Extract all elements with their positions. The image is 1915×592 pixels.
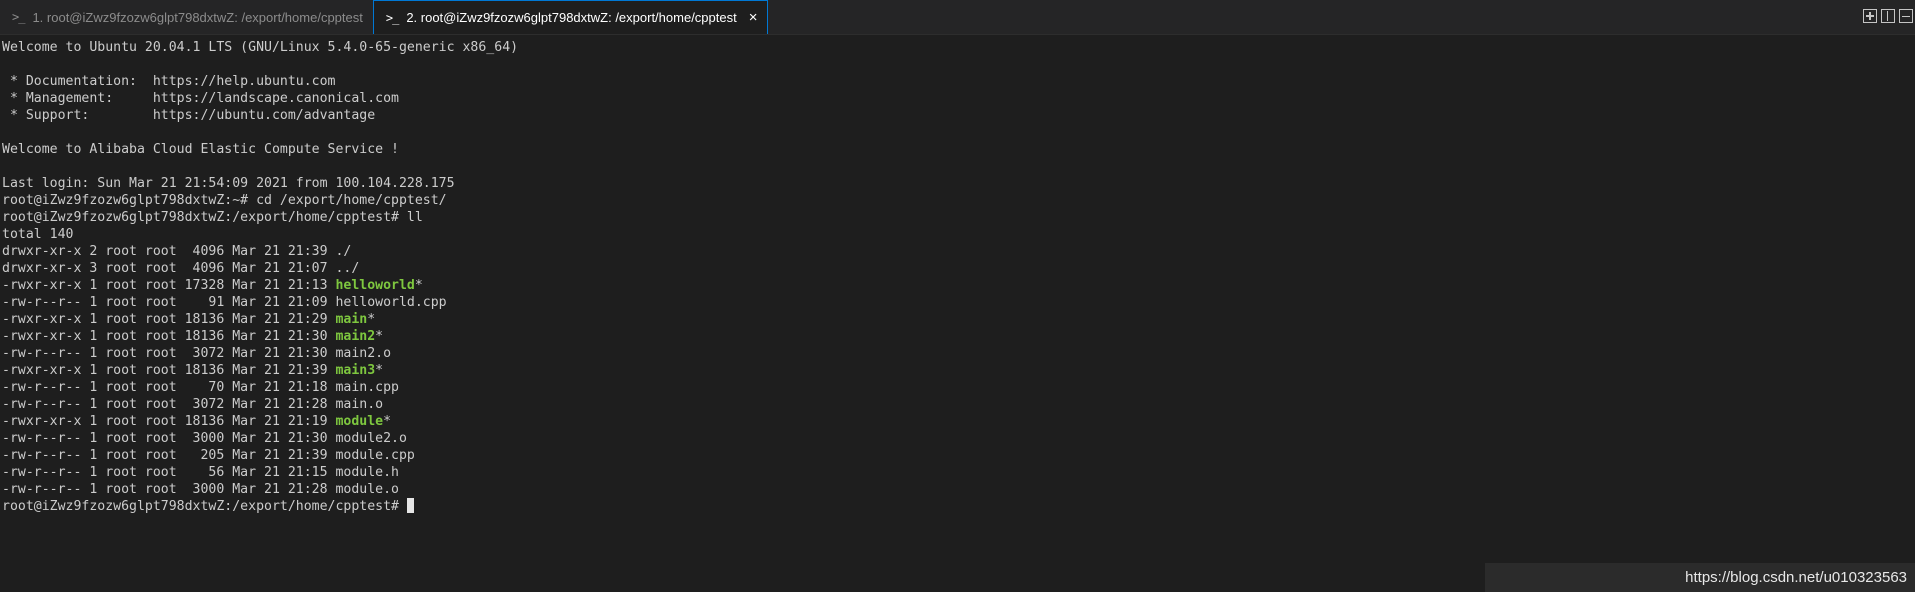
file-meta: -rwxr-xr-x 1 root root 17328 Mar 21 21:1… xyxy=(2,278,336,293)
listing-row: -rw-r--r-- 1 root root 3072 Mar 21 21:28… xyxy=(2,396,1915,413)
file-name: main2.o xyxy=(335,346,392,361)
file-name: module.cpp xyxy=(335,448,415,463)
file-name: module2.o xyxy=(335,431,407,446)
file-meta: -rw-r--r-- 1 root root 205 Mar 21 21:39 xyxy=(2,448,336,463)
file-meta: -rwxr-xr-x 1 root root 18136 Mar 21 21:2… xyxy=(2,312,336,327)
file-suffix: * xyxy=(375,363,384,378)
watermark: https://blog.csdn.net/u010323563 xyxy=(1485,563,1915,592)
file-meta: -rw-r--r-- 1 root root 3000 Mar 21 21:30 xyxy=(2,431,336,446)
file-name: ./ xyxy=(335,244,352,259)
file-meta: -rw-r--r-- 1 root root 3000 Mar 21 21:28 xyxy=(2,482,336,497)
file-name: main3 xyxy=(335,363,376,378)
file-name: helloworld xyxy=(335,278,415,293)
terminal-cursor xyxy=(406,498,414,513)
listing-row: -rw-r--r-- 1 root root 56 Mar 21 21:15 m… xyxy=(2,464,1915,481)
terminal-line: total 140 xyxy=(2,227,74,242)
tab-terminal-1[interactable]: >_ 1. root@iZwz9fzozw6glpt798dxtwZ: /exp… xyxy=(0,0,373,34)
tab-label: 1. root@iZwz9fzozw6glpt798dxtwZ: /export… xyxy=(32,9,363,25)
file-name: main.o xyxy=(335,397,384,412)
listing-row: -rw-r--r-- 1 root root 70 Mar 21 21:18 m… xyxy=(2,379,1915,396)
listing-row: -rw-r--r-- 1 root root 3000 Mar 21 21:28… xyxy=(2,481,1915,498)
terminal-line: * Support: https://ubuntu.com/advantage xyxy=(2,108,376,123)
file-name: module.h xyxy=(335,465,399,480)
new-terminal-icon[interactable] xyxy=(1863,9,1877,23)
file-suffix: * xyxy=(375,329,384,344)
file-meta: drwxr-xr-x 2 root root 4096 Mar 21 21:39 xyxy=(2,244,336,259)
file-name: module xyxy=(335,414,384,429)
terminal-tab-bar: >_ 1. root@iZwz9fzozw6glpt798dxtwZ: /exp… xyxy=(0,0,1915,35)
file-meta: -rw-r--r-- 1 root root 70 Mar 21 21:18 xyxy=(2,380,336,395)
listing-row: -rwxr-xr-x 1 root root 18136 Mar 21 21:3… xyxy=(2,362,1915,379)
tab-label: 2. root@iZwz9fzozw6glpt798dxtwZ: /export… xyxy=(406,10,737,25)
terminal-line: * Documentation: https://help.ubuntu.com xyxy=(2,74,336,89)
file-name: helloworld.cpp xyxy=(335,295,447,310)
file-name: ../ xyxy=(335,261,360,276)
file-name: main.cpp xyxy=(335,380,399,395)
file-meta: -rwxr-xr-x 1 root root 18136 Mar 21 21:1… xyxy=(2,414,336,429)
file-meta: -rwxr-xr-x 1 root root 18136 Mar 21 21:3… xyxy=(2,329,336,344)
tab-actions xyxy=(1863,9,1913,23)
terminal-line: root@iZwz9fzozw6glpt798dxtwZ:/export/hom… xyxy=(2,210,423,225)
listing-row: -rw-r--r-- 1 root root 205 Mar 21 21:39 … xyxy=(2,447,1915,464)
watermark-text: https://blog.csdn.net/u010323563 xyxy=(1685,569,1907,586)
terminal-line: root@iZwz9fzozw6glpt798dxtwZ:~# cd /expo… xyxy=(2,193,447,208)
terminal-line: Last login: Sun Mar 21 21:54:09 2021 fro… xyxy=(2,176,455,191)
file-suffix: * xyxy=(414,278,423,293)
listing-row: -rw-r--r-- 1 root root 91 Mar 21 21:09 h… xyxy=(2,294,1915,311)
terminal-output[interactable]: Welcome to Ubuntu 20.04.1 LTS (GNU/Linux… xyxy=(0,35,1915,515)
file-meta: -rw-r--r-- 1 root root 91 Mar 21 21:09 xyxy=(2,295,336,310)
terminal-icon: >_ xyxy=(385,10,399,25)
tab-terminal-2[interactable]: >_ 2. root@iZwz9fzozw6glpt798dxtwZ: /exp… xyxy=(372,0,769,34)
listing-row: -rw-r--r-- 1 root root 3072 Mar 21 21:30… xyxy=(2,345,1915,362)
close-icon[interactable]: × xyxy=(749,9,758,26)
listing-row: drwxr-xr-x 3 root root 4096 Mar 21 21:07… xyxy=(2,260,1915,277)
listing-row: -rwxr-xr-x 1 root root 17328 Mar 21 21:1… xyxy=(2,277,1915,294)
file-meta: -rwxr-xr-x 1 root root 18136 Mar 21 21:3… xyxy=(2,363,336,378)
file-meta: drwxr-xr-x 3 root root 4096 Mar 21 21:07 xyxy=(2,261,336,276)
file-suffix: * xyxy=(367,312,376,327)
shell-prompt: root@iZwz9fzozw6glpt798dxtwZ:/export/hom… xyxy=(2,499,407,514)
listing-row: -rwxr-xr-x 1 root root 18136 Mar 21 21:3… xyxy=(2,328,1915,345)
terminal-icon: >_ xyxy=(12,10,25,24)
terminal-line: Welcome to Ubuntu 20.04.1 LTS (GNU/Linux… xyxy=(2,40,519,55)
listing-row: -rwxr-xr-x 1 root root 18136 Mar 21 21:1… xyxy=(2,413,1915,430)
file-name: main2 xyxy=(335,329,376,344)
listing-row: -rw-r--r-- 1 root root 3000 Mar 21 21:30… xyxy=(2,430,1915,447)
file-meta: -rw-r--r-- 1 root root 3072 Mar 21 21:30 xyxy=(2,346,336,361)
terminal-line: Welcome to Alibaba Cloud Elastic Compute… xyxy=(2,142,399,157)
split-terminal-icon[interactable] xyxy=(1881,9,1895,23)
file-meta: -rw-r--r-- 1 root root 56 Mar 21 21:15 xyxy=(2,465,336,480)
minimize-terminal-icon[interactable] xyxy=(1899,9,1913,23)
file-name: module.o xyxy=(335,482,399,497)
file-name: main xyxy=(335,312,368,327)
terminal-line: * Management: https://landscape.canonica… xyxy=(2,91,399,106)
listing-row: drwxr-xr-x 2 root root 4096 Mar 21 21:39… xyxy=(2,243,1915,260)
file-meta: -rw-r--r-- 1 root root 3072 Mar 21 21:28 xyxy=(2,397,336,412)
listing-row: -rwxr-xr-x 1 root root 18136 Mar 21 21:2… xyxy=(2,311,1915,328)
file-suffix: * xyxy=(383,414,392,429)
prompt-line: root@iZwz9fzozw6glpt798dxtwZ:/export/hom… xyxy=(2,498,1915,515)
